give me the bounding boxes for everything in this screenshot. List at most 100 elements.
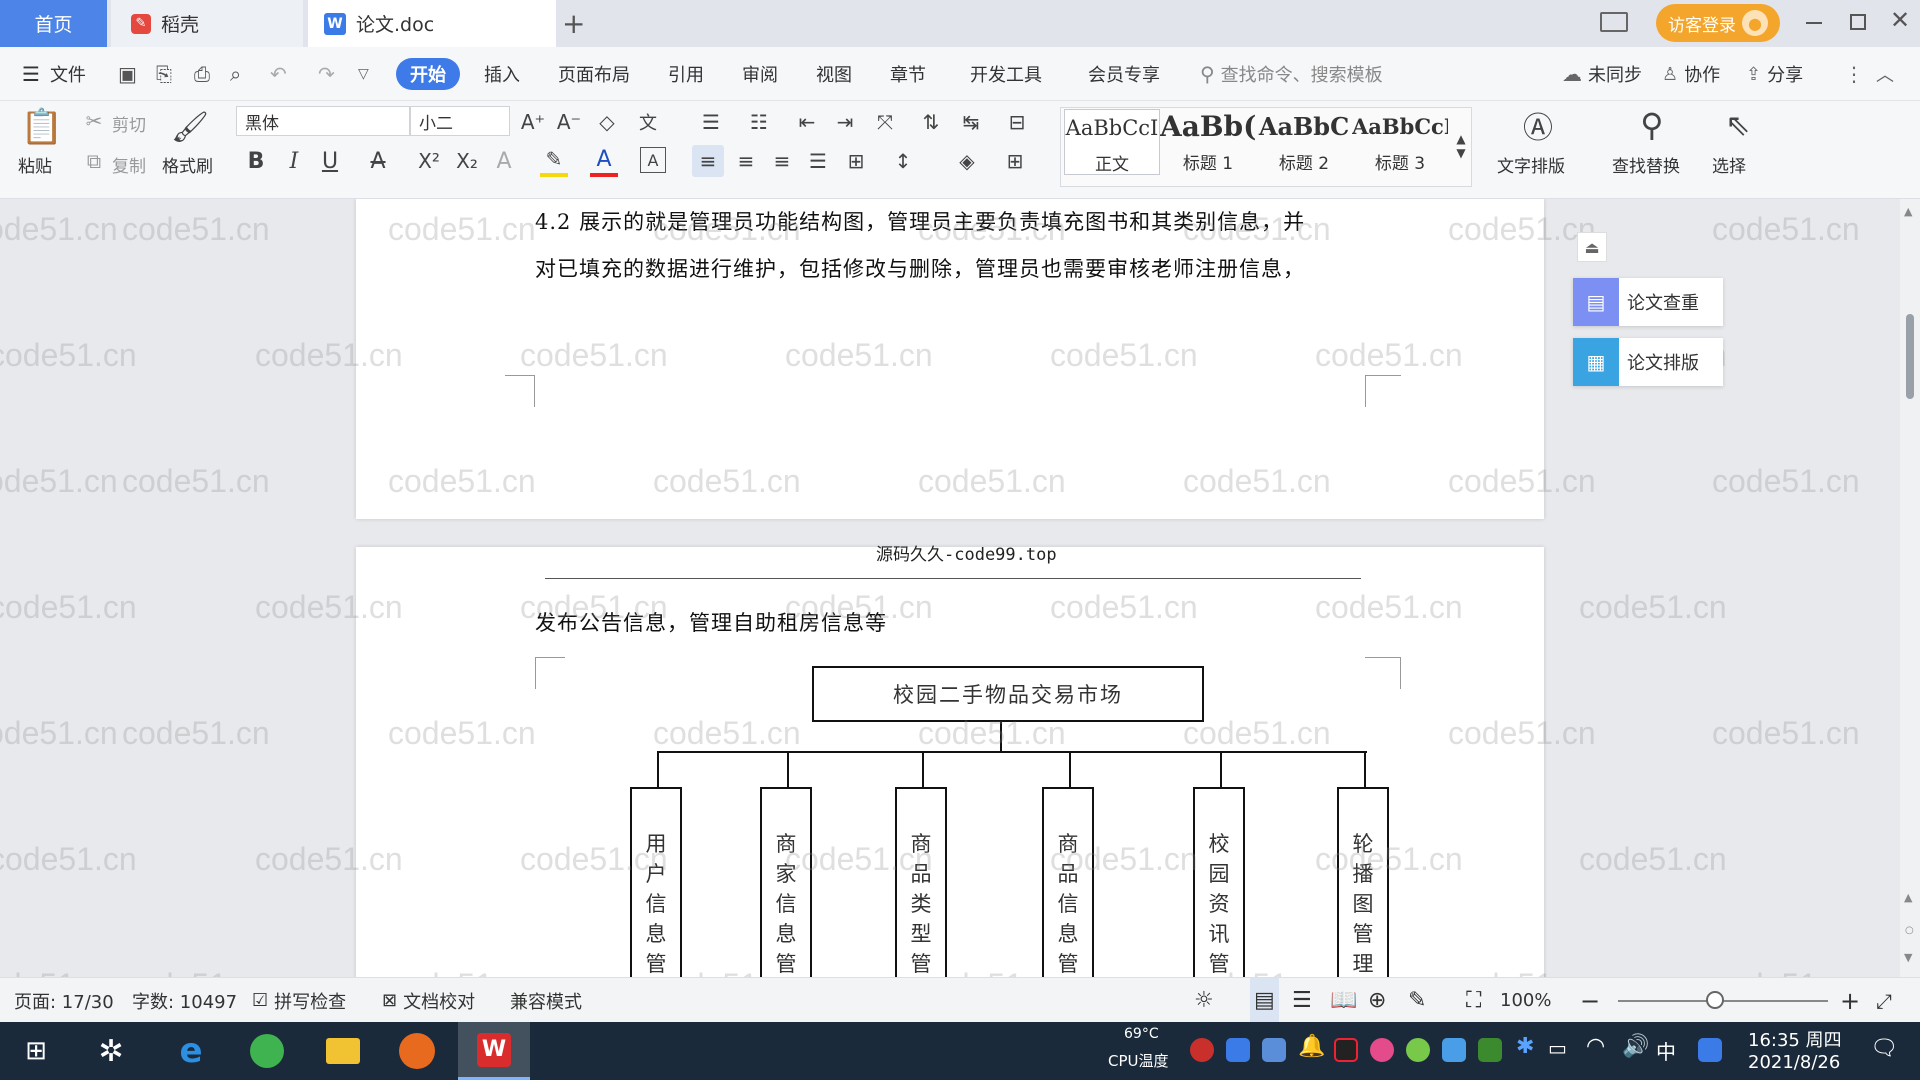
strikethrough-icon[interactable]: A <box>364 145 392 177</box>
spell-check-button[interactable]: ☑ 拼写检查 <box>252 978 346 1023</box>
font-color-icon[interactable]: A <box>590 145 618 177</box>
italic-icon[interactable]: I <box>280 145 308 177</box>
select-button[interactable]: 选择 <box>1712 152 1746 177</box>
tab-home[interactable]: 首页 <box>0 0 107 47</box>
paper-check-button[interactable]: ▤ 论文查重 <box>1573 278 1723 326</box>
menu-tab-references[interactable]: 引用 <box>668 47 704 101</box>
clock-date[interactable]: 2021/8/26 <box>1748 1052 1840 1073</box>
tray-qq-icon[interactable] <box>1334 1038 1358 1062</box>
menu-tab-member[interactable]: 会员专享 <box>1088 47 1160 101</box>
style-normal[interactable]: AaBbCcI 正文 <box>1064 109 1160 175</box>
copy-button[interactable]: 复制 <box>112 152 146 177</box>
menu-tab-view[interactable]: 视图 <box>816 47 852 101</box>
zoom-slider-handle[interactable] <box>1706 991 1724 1009</box>
borders-icon[interactable]: ⊞ <box>998 145 1032 177</box>
zoom-in-icon[interactable]: + <box>1840 978 1860 1023</box>
find-replace-icon[interactable]: ⚲ <box>1632 105 1672 145</box>
paper-layout-button[interactable]: ▦ 论文排版 <box>1573 338 1723 386</box>
fit-page-icon[interactable]: ⛶ <box>1466 978 1481 1023</box>
tray-network-icon[interactable] <box>1226 1038 1250 1062</box>
tray-search-icon[interactable] <box>1698 1038 1722 1062</box>
phonetic-guide-icon[interactable]: 文 <box>630 107 666 137</box>
sort-icon[interactable]: ⇅ <box>916 107 946 137</box>
outline-view-icon[interactable]: ☰ <box>1292 978 1312 1023</box>
menu-tab-page-layout[interactable]: 页面布局 <box>558 47 630 101</box>
paste-button[interactable]: 粘贴 <box>18 152 52 177</box>
quick-print-icon[interactable]: ⎙ <box>194 47 210 101</box>
wps-writer-icon[interactable]: W <box>458 1022 530 1080</box>
style-heading-2[interactable]: AaBbC 标题 2 <box>1256 109 1352 175</box>
text-effect-icon[interactable]: A <box>490 145 518 177</box>
redo-icon[interactable]: ↷ <box>318 47 335 101</box>
battery-icon[interactable]: ▭ <box>1548 1036 1567 1060</box>
subscript-icon[interactable]: X₂ <box>452 145 482 177</box>
tray-shield-icon[interactable] <box>1262 1038 1286 1062</box>
shading-icon[interactable]: ◈ <box>950 145 984 177</box>
quick-export-icon[interactable]: ⎘ <box>156 47 172 101</box>
search-command-box[interactable]: ⚲ 查找命令、搜索模板 <box>1200 47 1383 101</box>
align-center-icon[interactable]: ≡ <box>730 145 762 177</box>
restore-icon[interactable] <box>1850 14 1866 30</box>
zoom-out-icon[interactable]: − <box>1580 978 1600 1023</box>
minimize-icon[interactable] <box>1806 22 1822 24</box>
tray-qq2-icon[interactable] <box>1370 1038 1394 1062</box>
font-name-select[interactable]: 黑体 <box>236 106 410 136</box>
wifi-icon[interactable]: ◠ <box>1586 1034 1605 1059</box>
windows-start-icon[interactable]: ⊞ <box>14 1022 58 1080</box>
select-pointer-icon[interactable]: ⇖ <box>1720 105 1756 145</box>
style-gallery-scroll-icon[interactable]: ▲ ▼ <box>1452 111 1470 181</box>
word-count[interactable]: 字数: 10497 <box>132 978 237 1023</box>
page-view-icon[interactable]: ▤ <box>1250 978 1279 1023</box>
web-view-icon[interactable]: ⊕ <box>1368 978 1386 1023</box>
ie-browser-icon[interactable]: e <box>166 1022 216 1080</box>
menu-tab-chapter[interactable]: 章节 <box>890 47 926 101</box>
doc-proof-button[interactable]: ⊠ 文档校对 <box>382 978 475 1023</box>
align-right-icon[interactable]: ≡ <box>766 145 798 177</box>
vertical-scrollbar[interactable]: ▲ ▲ ○ ▼ <box>1900 199 1920 977</box>
scroll-up-icon[interactable]: ▲ <box>1904 205 1912 218</box>
cut-button[interactable]: 剪切 <box>112 111 146 136</box>
text-direction-icon[interactable]: ↹ <box>954 107 988 137</box>
ime-indicator[interactable]: 中 <box>1656 1036 1676 1065</box>
more-options-icon[interactable]: ⋮ <box>1844 47 1864 101</box>
browse-object-icon[interactable]: ○ <box>1905 925 1914 936</box>
tab-daoke[interactable]: ✎ 稻壳 <box>111 0 303 47</box>
app-orange-icon[interactable] <box>392 1022 442 1080</box>
panel-collapse-icon[interactable]: ⏏ <box>1577 232 1607 262</box>
char-border-icon[interactable]: A <box>640 147 666 173</box>
format-painter-button[interactable]: 格式刷 <box>162 152 213 177</box>
tray-green-icon[interactable] <box>1406 1038 1430 1062</box>
clock-time[interactable]: 16:35 周四 <box>1748 1026 1842 1052</box>
text-layout-icon[interactable]: Ⓐ <box>1518 105 1558 146</box>
font-size-select[interactable]: 小二 <box>410 106 510 136</box>
decrease-indent-icon[interactable]: ⇤ <box>792 107 822 137</box>
bluetooth-icon[interactable]: ✱ <box>1516 1034 1534 1059</box>
justify-icon[interactable]: ☰ <box>802 145 834 177</box>
document-page-upper[interactable] <box>356 199 1544 519</box>
tab-document[interactable]: W 论文.doc <box>308 0 556 47</box>
notification-bell-icon[interactable]: 🔔 <box>1298 1034 1325 1059</box>
chinese-layout-icon[interactable]: ⤧ <box>868 107 902 137</box>
line-spacing-icon[interactable]: ↕ <box>886 145 920 177</box>
file-explorer-icon[interactable] <box>318 1022 368 1080</box>
underline-icon[interactable]: U <box>316 145 344 177</box>
new-tab-button[interactable]: + <box>562 0 588 47</box>
sync-status[interactable]: ☁ 未同步 <box>1562 47 1642 101</box>
tray-blue-icon[interactable] <box>1442 1038 1466 1062</box>
cut-icon[interactable]: ✂ <box>82 109 106 133</box>
print-preview-icon[interactable]: ⌕ <box>230 47 241 101</box>
undo-icon[interactable]: ↶ <box>270 47 287 101</box>
menu-tab-developer[interactable]: 开发工具 <box>970 47 1042 101</box>
superscript-icon[interactable]: X² <box>414 145 444 177</box>
close-icon[interactable]: ✕ <box>1890 6 1910 34</box>
browser-360-icon[interactable] <box>242 1022 292 1080</box>
tray-app-icon[interactable] <box>1190 1038 1214 1062</box>
menu-tab-start[interactable]: 开始 <box>396 58 460 90</box>
eye-protection-icon[interactable]: ☼ <box>1194 978 1214 1023</box>
distributed-align-icon[interactable]: ⊞ <box>840 145 872 177</box>
find-replace-button[interactable]: 查找替换 <box>1612 152 1680 177</box>
visitor-login-button[interactable]: 访客登录 ● <box>1656 4 1780 42</box>
next-page-icon[interactable]: ▼ <box>1904 951 1912 964</box>
page-indicator[interactable]: 页面: 17/30 <box>14 978 114 1023</box>
fullscreen-icon[interactable]: ⤢ <box>1876 978 1892 1023</box>
